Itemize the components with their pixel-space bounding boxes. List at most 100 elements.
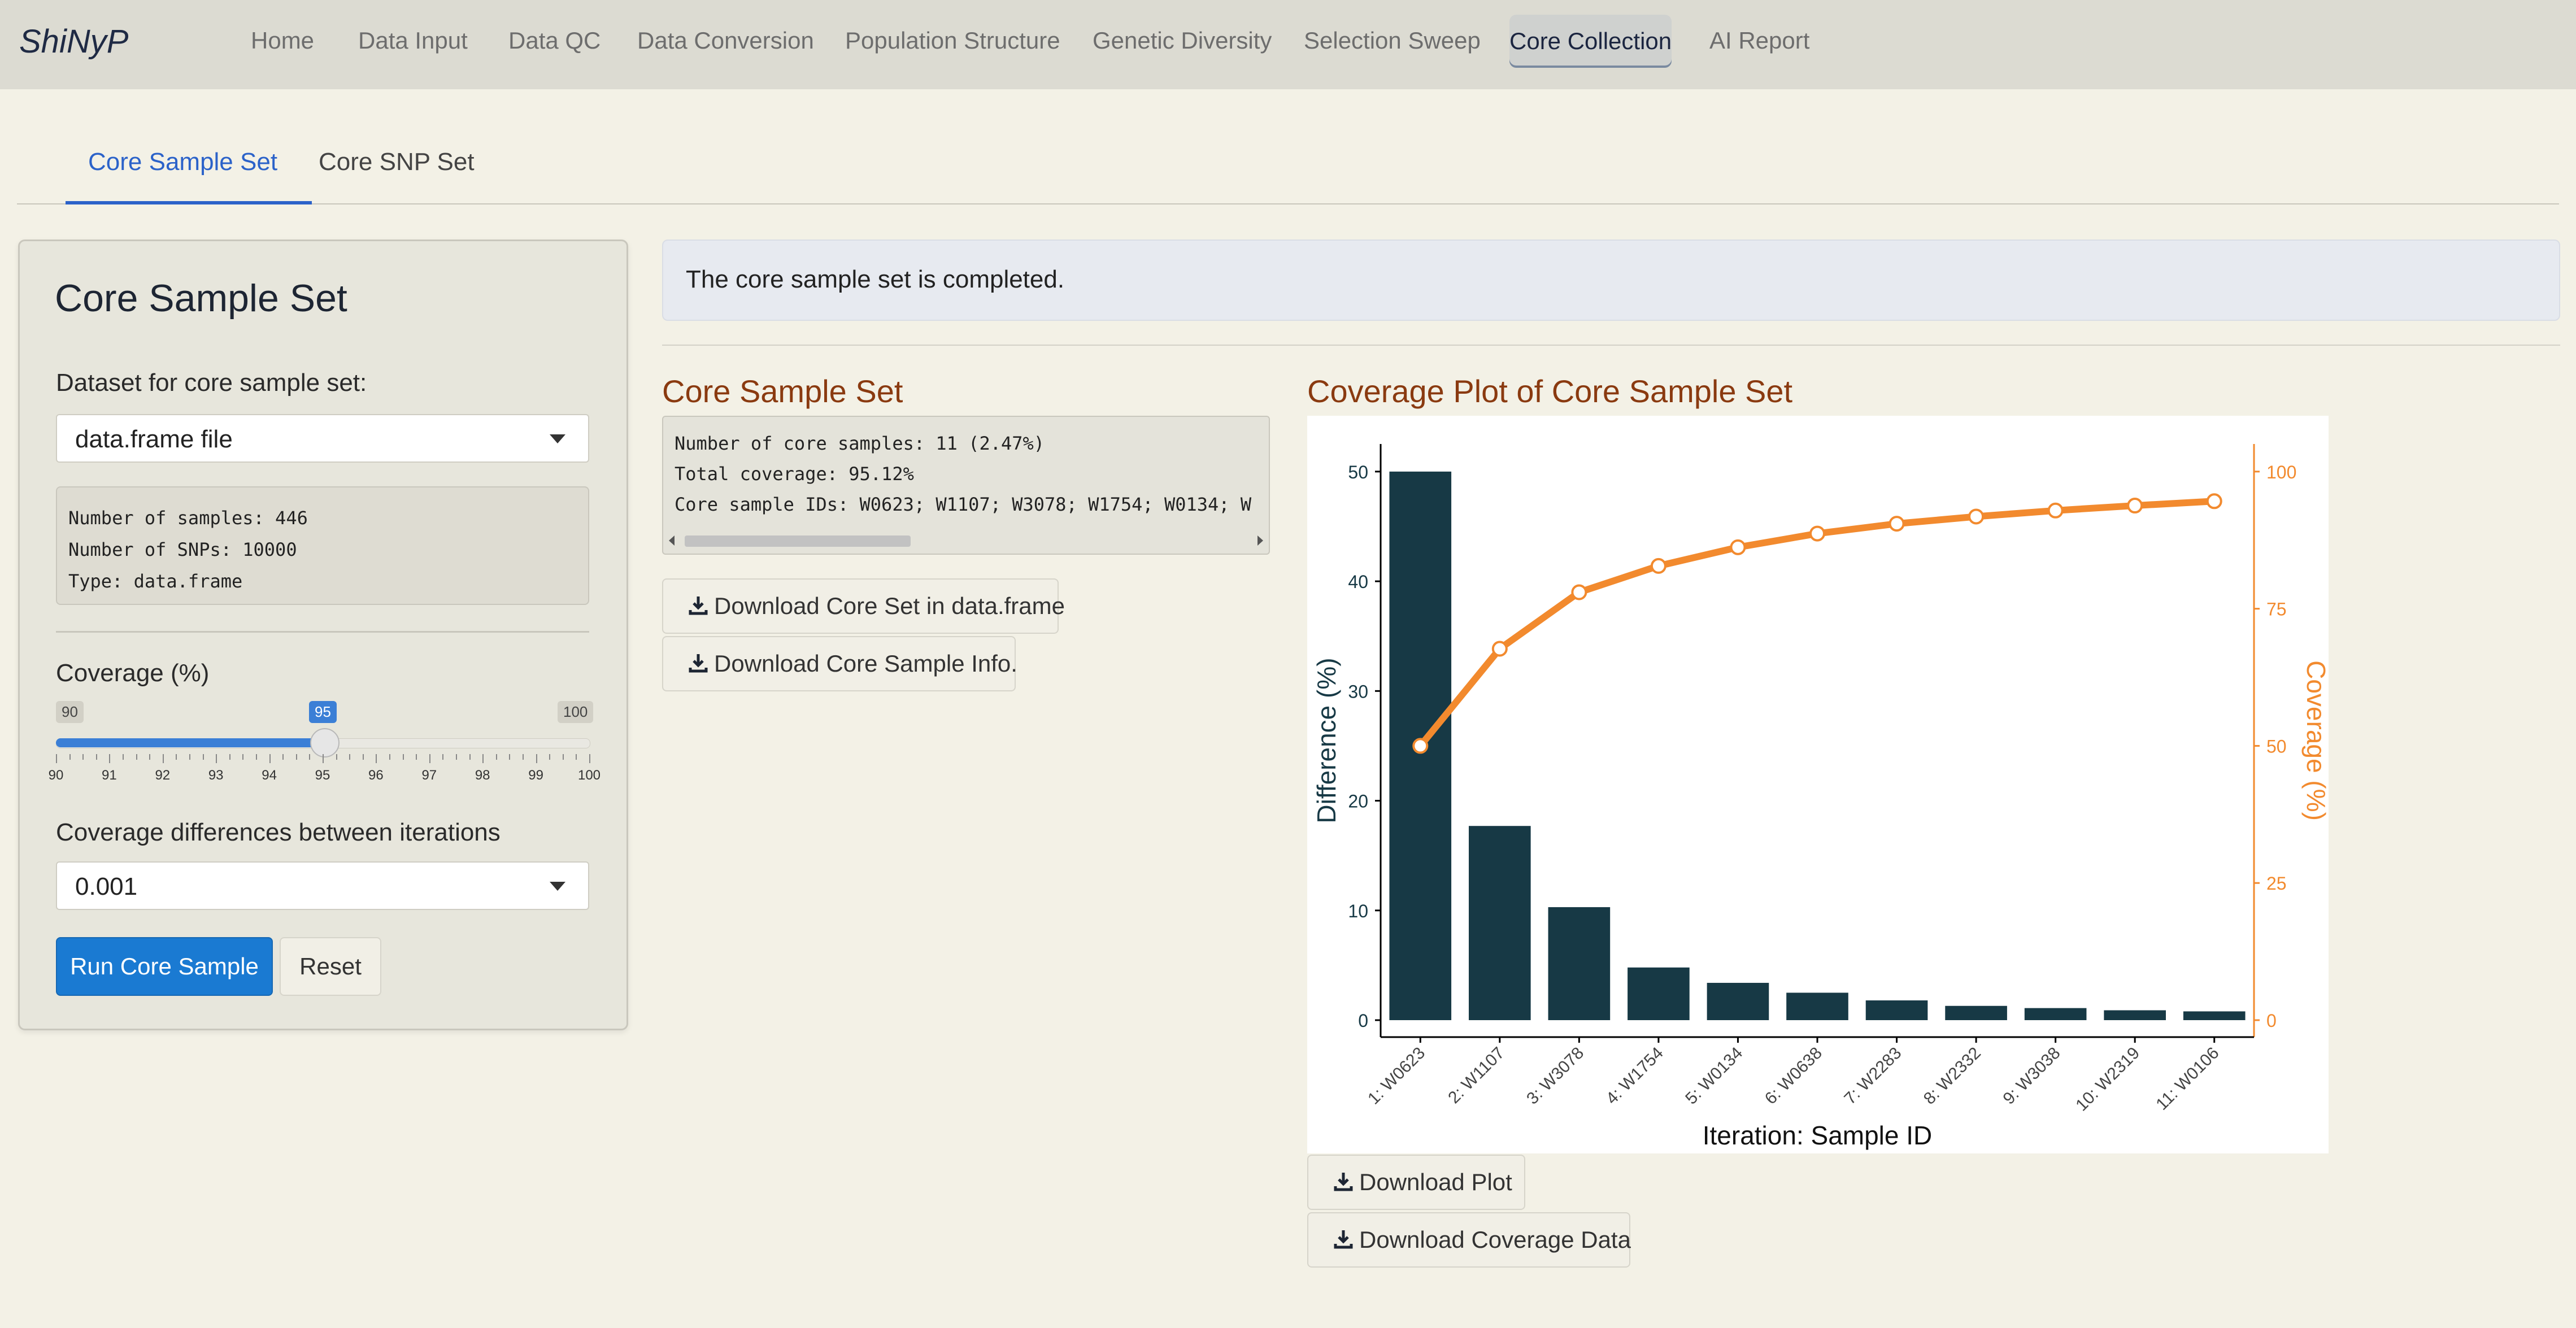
slider-tick-label: 92: [155, 768, 171, 783]
nav-data-conversion[interactable]: Data Conversion: [637, 27, 814, 54]
slider-tick-label: 95: [315, 768, 330, 783]
tab-core-sample-set[interactable]: Core Sample Set: [88, 148, 277, 176]
download-icon: [689, 654, 708, 673]
coverage-point: [1412, 738, 1429, 754]
slider-tick-label: 93: [208, 768, 224, 783]
app-brand[interactable]: ShiNyP: [19, 23, 128, 60]
scroll-right-icon[interactable]: [1257, 535, 1263, 546]
download-icon: [1334, 1230, 1353, 1249]
nav-selection-sweep[interactable]: Selection Sweep: [1304, 27, 1481, 54]
active-tab-indicator: [66, 201, 312, 204]
y-right-tick-label: 100: [2266, 462, 2296, 482]
horizontal-scrollbar[interactable]: [668, 532, 1264, 549]
difference-bar: [1469, 826, 1531, 1020]
x-tick-label: 1: W0623: [1364, 1044, 1429, 1108]
slider-tick: [349, 754, 351, 760]
info-line: Number of samples: 446: [68, 507, 308, 529]
slider-tick: [495, 754, 497, 760]
top-navbar: ShiNyP Home Data Input Data QC Data Conv…: [0, 0, 2576, 89]
slider-tick: [389, 754, 390, 760]
button-label: Download Coverage Data: [1359, 1226, 1631, 1253]
button-label: Download Core Sample Info.: [714, 650, 1017, 677]
coverage-point: [1809, 525, 1825, 542]
dataset-label: Dataset for core sample set:: [56, 369, 367, 397]
slider-tick: [189, 754, 190, 760]
slider-tick: [536, 754, 537, 763]
coverage-point: [1730, 539, 1746, 555]
download-icon: [689, 596, 708, 615]
slider-tick-label: 100: [577, 768, 601, 783]
slider-tick: [149, 754, 151, 760]
nav-population-structure[interactable]: Population Structure: [845, 27, 1060, 54]
nav-data-input[interactable]: Data Input: [358, 27, 468, 54]
slider-tick: [402, 754, 404, 760]
info-line: Type: data.frame: [68, 571, 243, 592]
difference-bar: [1945, 1005, 2007, 1020]
dataset-select[interactable]: data.frame file: [56, 414, 589, 463]
slider-tick-label: 97: [421, 768, 437, 783]
tab-core-snp-set[interactable]: Core SNP Set: [319, 148, 475, 176]
diff-select[interactable]: 0.001: [56, 861, 589, 910]
y-left-tick-label: 40: [1348, 572, 1368, 592]
download-plot-button[interactable]: Download Plot: [1307, 1155, 1525, 1210]
difference-bar: [2024, 1008, 2087, 1020]
coverage-point: [1968, 508, 1985, 525]
summary-line: Total coverage: 95.12%: [675, 463, 914, 485]
download-core-set-button[interactable]: Download Core Set in data.frame: [662, 578, 1065, 634]
slider-tick: [336, 754, 337, 760]
slider-tick: [509, 754, 511, 760]
slider-tick: [256, 754, 257, 760]
coverage-point: [1491, 641, 1508, 657]
nav-ai-report[interactable]: AI Report: [1709, 27, 1809, 54]
x-tick-label: 6: W0638: [1761, 1044, 1826, 1108]
coverage-point: [2127, 498, 2143, 514]
slider-tick: [136, 754, 137, 760]
coverage-slider[interactable]: 90 95 100 90 91 92 93 94 95 96 97 98 99 100: [49, 701, 601, 786]
download-coverage-data-button[interactable]: Download Coverage Data: [1307, 1212, 1631, 1268]
slider-tick: [176, 754, 177, 760]
coverage-point: [2206, 493, 2222, 510]
y-left-tick-label: 50: [1348, 462, 1368, 482]
x-tick-label: 11: W0106: [2152, 1044, 2222, 1114]
x-tick-label: 10: W2319: [2072, 1044, 2143, 1115]
download-core-sample-info-button[interactable]: Download Core Sample Info.: [662, 636, 1017, 691]
coverage-point: [1650, 558, 1666, 574]
core-sample-sidebar: Core Sample Set Dataset for core sample …: [18, 240, 628, 1030]
reset-button[interactable]: Reset: [280, 937, 381, 996]
coverage-label: Coverage (%): [56, 659, 210, 687]
difference-bar: [1865, 1000, 1928, 1020]
x-tick-label: 9: W3038: [1999, 1044, 2064, 1108]
slider-tick: [282, 754, 284, 760]
nav-home[interactable]: Home: [251, 27, 314, 54]
slider-tick-label: 98: [475, 768, 490, 783]
y-left-tick-label: 20: [1348, 791, 1368, 812]
button-label: Download Core Set in data.frame: [714, 593, 1065, 619]
nav-data-qc[interactable]: Data QC: [508, 27, 601, 54]
slider-fill: [56, 738, 325, 747]
slider-tick-label: 99: [528, 768, 543, 783]
difference-bar: [1548, 907, 1611, 1020]
slider-tick-label: 91: [102, 768, 117, 783]
difference-bar: [2183, 1011, 2246, 1020]
slider-tick-label: 96: [368, 768, 384, 783]
diff-label: Coverage differences between iterations: [56, 818, 501, 846]
slider-tick-label: 94: [262, 768, 277, 783]
y-right-tick-label: 0: [2266, 1011, 2277, 1031]
info-line: Number of SNPs: 10000: [68, 539, 297, 560]
x-tick-label: 8: W2332: [1920, 1044, 1985, 1108]
slider-tick: [109, 754, 111, 763]
x-axis-title: Iteration: Sample ID: [1703, 1121, 1933, 1150]
divider: [662, 345, 2560, 346]
slider-tick: [295, 754, 297, 760]
scroll-thumb[interactable]: [685, 535, 911, 547]
y-right-tick-label: 50: [2266, 736, 2287, 756]
scroll-left-icon[interactable]: [669, 535, 675, 546]
chevron-down-icon: [550, 882, 565, 891]
nav-core-collection[interactable]: Core Collection: [1509, 15, 1672, 68]
y-left-tick-label: 0: [1358, 1011, 1368, 1031]
run-core-sample-button[interactable]: Run Core Sample: [56, 937, 273, 996]
nav-genetic-diversity[interactable]: Genetic Diversity: [1093, 27, 1272, 54]
slider-handle[interactable]: [310, 728, 340, 757]
slider-tick: [549, 754, 551, 760]
x-tick-label: 4: W1754: [1603, 1044, 1667, 1108]
